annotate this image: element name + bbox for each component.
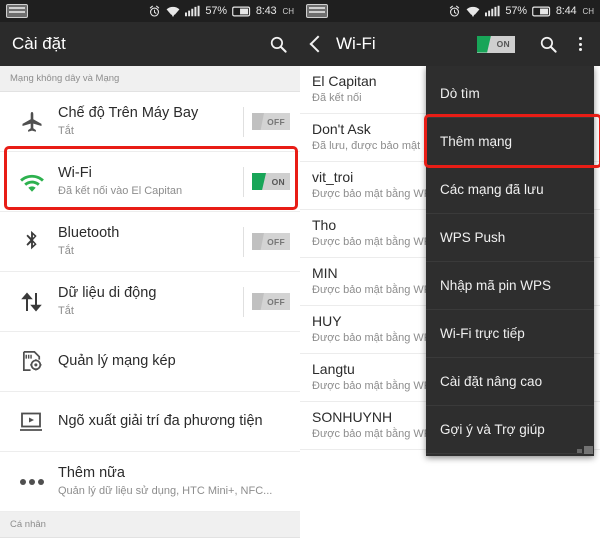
row-divider [243, 106, 244, 137]
wifi-toggle[interactable]: ON [252, 173, 290, 190]
search-icon[interactable] [539, 35, 558, 54]
menu-item-wps-push[interactable]: WPS Push [426, 214, 594, 262]
keyboard-icon [306, 4, 328, 18]
menu-item-saved-networks[interactable]: Các mạng đã lưu [426, 166, 594, 214]
toggle-label: ON [496, 39, 510, 49]
menu-item-wifi-direct[interactable]: Wi-Fi trực tiếp [426, 310, 594, 358]
more-dots-icon [10, 478, 54, 486]
status-bar: 57% 8:44 CH [300, 0, 600, 22]
row-title: Wi-Fi [58, 165, 92, 182]
settings-row-bluetooth[interactable]: Bluetooth Tắt OFF [0, 212, 300, 272]
wifi-master-toggle[interactable]: ON [477, 35, 515, 53]
battery-icon [231, 6, 250, 16]
settings-row-media-output[interactable]: Ngõ xuất giải trí đa phương tiện [0, 392, 300, 452]
row-subtitle: Đã kết nối vào El Capitan [58, 185, 183, 198]
wifi-icon [10, 171, 54, 193]
row-title: Ngõ xuất giải trí đa phương tiện [58, 413, 263, 430]
clock-time: 8:44 [555, 5, 577, 17]
battery-percent-label: 57% [505, 5, 527, 17]
back-arrow-icon[interactable] [309, 35, 327, 53]
section-header-wireless: Mạng không dây và Mạng [0, 66, 300, 92]
toggle-label: OFF [267, 116, 285, 127]
search-icon[interactable] [269, 35, 288, 54]
toggle-label: OFF [267, 236, 285, 247]
settings-row-airplane-mode[interactable]: Chế độ Trên Máy Bay Tắt OFF [0, 92, 300, 152]
dual-phone-screenshot: 57% 8:43 CH Cài đặt Mạng không dây và Mạ… [0, 0, 600, 538]
row-divider [243, 166, 244, 197]
row-divider [243, 226, 244, 257]
wifi-icon [166, 6, 180, 17]
settings-row-mobile-data[interactable]: Dữ liệu di động Tắt OFF [0, 272, 300, 332]
menu-item-wps-pin[interactable]: Nhập mã pin WPS [426, 262, 594, 310]
menu-item-add-network[interactable]: Thêm mạng [426, 118, 594, 166]
alarm-icon [150, 5, 160, 17]
row-subtitle: Quản lý dữ liệu sử dụng, HTC Mini+, NFC.… [58, 485, 273, 498]
airplane-icon [10, 110, 54, 134]
row-subtitle: Tắt [58, 125, 74, 138]
row-title: Quản lý mạng kép [58, 353, 176, 370]
dual-network-icon [10, 349, 54, 374]
settings-action-bar: Cài đặt [0, 22, 300, 66]
media-output-icon [10, 411, 54, 433]
mobile-data-icon [10, 290, 54, 314]
left-phone-settings-screen: 57% 8:43 CH Cài đặt Mạng không dây và Mạ… [0, 0, 300, 538]
battery-percent-label: 57% [205, 5, 227, 17]
menu-scrollbar[interactable] [577, 446, 593, 454]
wifi-icon [466, 6, 480, 17]
section-header-personal: Cá nhân [0, 512, 300, 538]
settings-list[interactable]: Mạng không dây và Mạng Chế độ Trên Máy B… [0, 66, 300, 538]
toggle-label: OFF [267, 296, 285, 307]
bluetooth-icon [10, 230, 54, 254]
mobile-data-toggle[interactable]: OFF [252, 293, 290, 310]
airplane-mode-toggle[interactable]: OFF [252, 113, 290, 130]
row-title: Thêm nữa [58, 465, 125, 482]
row-title: Dữ liệu di động [58, 285, 157, 302]
settings-row-wifi[interactable]: Wi-Fi Đã kết nối vào El Capitan ON [0, 152, 300, 212]
row-title: Chế độ Trên Máy Bay [58, 105, 199, 122]
clock-time: 8:43 [255, 5, 277, 17]
menu-item-advanced-settings[interactable]: Cài đặt nâng cao [426, 358, 594, 406]
clock-ampm: CH [582, 6, 594, 16]
keyboard-icon [6, 4, 28, 18]
settings-row-dual-network[interactable]: Quản lý mạng kép [0, 332, 300, 392]
wifi-overflow-menu[interactable]: Dò tìm Thêm mạng Các mạng đã lưu WPS Pus… [426, 66, 594, 456]
signal-icon [485, 5, 500, 17]
toggle-label: ON [271, 176, 285, 187]
wifi-network-list[interactable]: El Capitan Đã kết nối Don't Ask Đã lưu, … [300, 66, 600, 538]
alarm-icon [450, 5, 460, 17]
row-title: Bluetooth [58, 225, 120, 242]
row-divider [243, 286, 244, 317]
row-subtitle: Tắt [58, 305, 74, 318]
bluetooth-toggle[interactable]: OFF [252, 233, 290, 250]
status-bar: 57% 8:43 CH [0, 0, 300, 22]
clock-ampm: CH [282, 6, 294, 16]
wifi-action-bar: Wi-Fi ON [300, 22, 600, 66]
menu-item-scan[interactable]: Dò tìm [426, 70, 594, 118]
settings-row-more[interactable]: Thêm nữa Quản lý dữ liệu sử dụng, HTC Mi… [0, 452, 300, 512]
overflow-menu-icon[interactable] [572, 37, 588, 51]
menu-item-tips-help[interactable]: Gợi ý và Trợ giúp [426, 406, 594, 454]
right-phone-wifi-screen: 57% 8:44 CH Wi-Fi ON El Capitan Đã kết n… [300, 0, 600, 538]
battery-icon [531, 6, 550, 16]
page-title: Wi-Fi [336, 34, 376, 53]
page-title: Cài đặt [12, 34, 66, 53]
row-subtitle: Tắt [58, 245, 74, 258]
signal-icon [185, 5, 200, 17]
